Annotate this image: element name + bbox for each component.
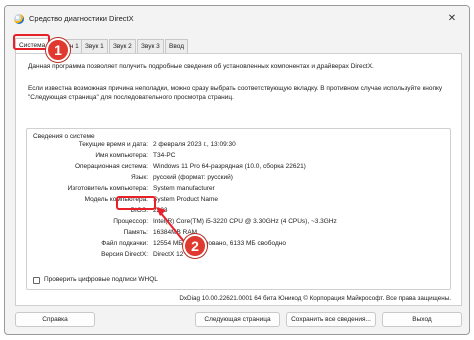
info-label: Версия DirectX: xyxy=(101,251,148,258)
tab-sound-2[interactable]: Звук 2 xyxy=(109,39,136,53)
window-title: Средство диагностики DirectX xyxy=(29,14,134,23)
next-page-button[interactable]: Следующая страница xyxy=(195,312,280,327)
info-label: Память: xyxy=(123,229,148,236)
info-value: русский (формат: русский) xyxy=(153,174,233,181)
info-row-processor: Процессор: Intel(R) Core(TM) i5-3220 CPU … xyxy=(27,217,450,228)
info-label: Текущие время и дата: xyxy=(78,141,148,148)
info-row-computer-name: Имя компьютера: T34-PC xyxy=(27,151,450,162)
info-value: T34-PC xyxy=(153,152,176,159)
info-row-os: Операционная система: Windows 11 Pro 64-р… xyxy=(27,162,450,173)
system-info-rows: Текущие время и дата: 2 февраля 2023 г., … xyxy=(27,140,450,261)
info-label: Операционная система: xyxy=(74,163,148,170)
checkbox-box[interactable] xyxy=(33,277,40,284)
step-1-badge: 1 xyxy=(46,38,70,62)
tab-highlight-frame xyxy=(13,34,50,50)
info-row-directx-version: Версия DirectX: DirectX 12 xyxy=(27,250,450,261)
system-info-group: Сведения о системе Текущие время и дата:… xyxy=(26,128,451,290)
exit-button[interactable]: Выход xyxy=(382,312,462,327)
info-label: Файл подкачки: xyxy=(101,240,148,247)
info-label: Имя компьютера: xyxy=(95,152,148,159)
info-label: Язык: xyxy=(131,174,148,181)
info-value: DirectX 12 xyxy=(153,251,184,258)
tab-sound-1[interactable]: Звук 1 xyxy=(81,39,108,53)
whql-checkbox-label: Проверить цифровые подписи WHQL xyxy=(44,276,158,283)
info-label: Изготовитель компьютера: xyxy=(67,185,148,192)
tab-sound-3[interactable]: Звук 3 xyxy=(137,39,164,53)
group-title: Сведения о системе xyxy=(33,133,95,140)
close-button[interactable]: ✕ xyxy=(445,12,459,26)
save-all-info-button[interactable]: Сохранить все сведения... xyxy=(286,312,376,327)
dxdiag-window: Средство диагностики DirectX ✕ Система Э… xyxy=(4,5,470,335)
step-2-badge: 2 xyxy=(183,234,207,258)
info-row-memory: Память: 16384MB RAM xyxy=(27,228,450,239)
info-value: System Product Name xyxy=(153,196,219,203)
info-row-manufacturer: Изготовитель компьютера: System manufactu… xyxy=(27,184,450,195)
info-value: 2 февраля 2023 г., 13:09:30 xyxy=(153,141,236,148)
copyright-text: DxDiag 10.00.22621.0001 64 бита Юникод ©… xyxy=(179,295,451,302)
intro-text: Данная программа позволяет получить подр… xyxy=(28,63,374,70)
info-row-bios: BIOS: 2203 xyxy=(27,206,450,217)
info-value: Windows 11 Pro 64-разрядная (10.0, сборк… xyxy=(153,163,306,170)
help-button[interactable]: Справка xyxy=(15,312,95,327)
info-value: Intel(R) Core(TM) i5-3220 CPU @ 3.30GHz … xyxy=(153,218,337,225)
intro-hint-text: Если известна возможная причина неполадк… xyxy=(28,85,443,101)
info-row-page-file: Файл подкачки: 12554 МБ использовано, 613… xyxy=(27,239,450,250)
info-row-model: Модель компьютера: System Product Name xyxy=(27,195,450,206)
info-value: System manufacturer xyxy=(153,185,215,192)
tab-input[interactable]: Ввод xyxy=(165,39,188,53)
system-tab-panel: Данная программа позволяет получить подр… xyxy=(15,53,462,306)
bios-highlight-frame xyxy=(116,196,156,210)
title-bar: Средство диагностики DirectX ✕ xyxy=(5,6,469,32)
info-row-datetime: Текущие время и дата: 2 февраля 2023 г., … xyxy=(27,140,450,151)
directx-app-icon xyxy=(14,14,24,24)
info-row-language: Язык: русский (формат: русский) xyxy=(27,173,450,184)
info-label: Процессор: xyxy=(113,218,148,225)
info-value: 12554 МБ использовано, 6133 МБ свободно xyxy=(153,240,286,247)
